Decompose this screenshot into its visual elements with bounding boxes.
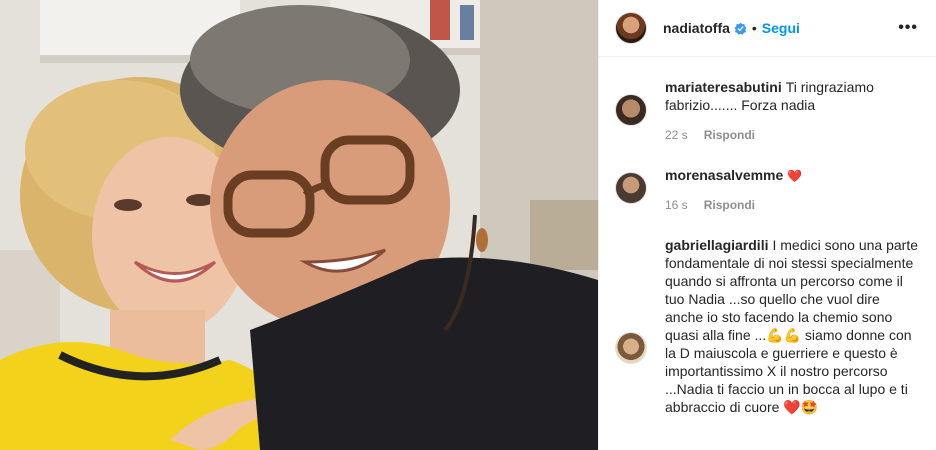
reply-button[interactable]: Rispondi xyxy=(704,198,755,212)
comment-body: gabriellagiardili I medici sono una parte… xyxy=(665,236,919,416)
verified-badge-icon xyxy=(734,22,747,35)
comment-text: I medici sono una parte fondamentale di … xyxy=(665,237,919,415)
follow-button[interactable]: Segui xyxy=(762,20,800,36)
comment-time: 22 s xyxy=(665,128,688,142)
post-header: nadiatoffa • Segui ••• xyxy=(599,0,936,57)
commenter-avatar[interactable] xyxy=(615,94,647,126)
author-avatar[interactable] xyxy=(615,12,647,44)
reply-button[interactable]: Rispondi xyxy=(704,128,755,142)
author-username[interactable]: nadiatoffa xyxy=(663,20,730,36)
comment-meta: 16 s Rispondi xyxy=(665,198,755,212)
commenter-username[interactable]: mariateresabutini xyxy=(665,79,782,95)
comment-meta: 22 s Rispondi xyxy=(665,128,755,142)
more-options-icon[interactable]: ••• xyxy=(898,20,918,36)
comments-panel: nadiatoffa • Segui ••• mariateresabutini… xyxy=(598,0,936,450)
comment-body: mariateresabutini Ti ringraziamo fabrizio… xyxy=(665,78,919,114)
post-photo-illustration xyxy=(0,0,598,450)
comment-body: morenasalvemme ❤️ xyxy=(665,166,919,185)
comment-time: 16 s xyxy=(665,198,688,212)
header-separator: • xyxy=(751,20,757,36)
commenter-username[interactable]: morenasalvemme xyxy=(665,167,783,183)
commenter-username[interactable]: gabriellagiardili xyxy=(665,237,768,253)
comment-text: ❤️ xyxy=(787,169,803,183)
commenter-avatar[interactable] xyxy=(615,332,647,364)
commenter-avatar[interactable] xyxy=(615,172,647,204)
post-photo[interactable] xyxy=(0,0,598,450)
